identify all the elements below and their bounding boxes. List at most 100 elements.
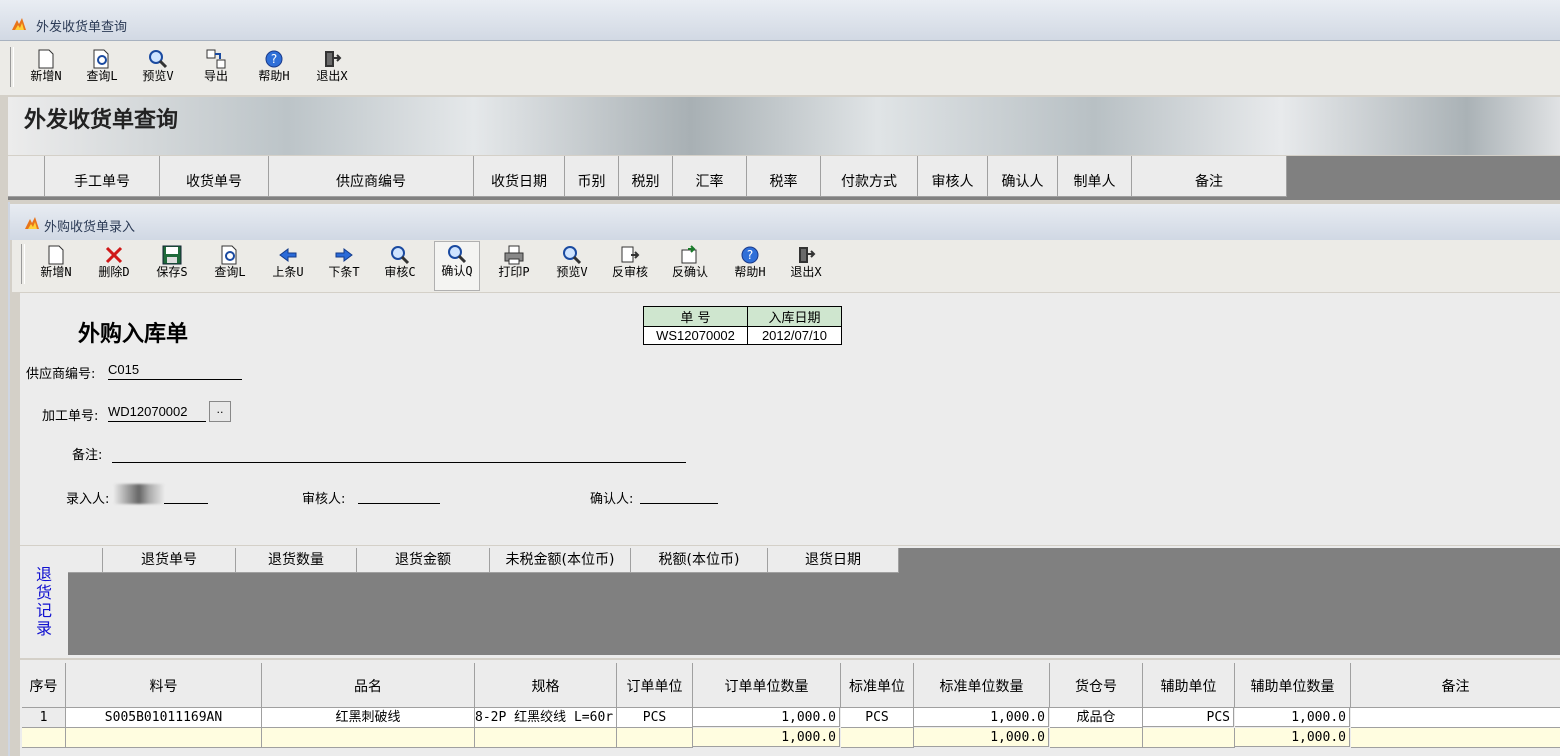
- col-header[interactable]: 税别: [619, 156, 673, 197]
- inner-next-button[interactable]: 下条T: [322, 243, 366, 289]
- warehouse-cell[interactable]: 成品仓: [1050, 708, 1143, 728]
- inner-prev-button[interactable]: 上条U: [266, 243, 310, 289]
- std-qty-total-cell[interactable]: 1,000.0: [914, 728, 1049, 747]
- part-no-cell[interactable]: [66, 728, 262, 748]
- order-qty-total-cell[interactable]: 1,000.0: [693, 728, 840, 747]
- col-header[interactable]: 退货日期: [768, 548, 899, 573]
- doc-no-value: WS12070002: [643, 326, 748, 345]
- return-records-grid[interactable]: 退货单号 退货数量 退货金额 未税金额(本位币) 税额(本位币) 退货日期: [68, 548, 1560, 655]
- outer-exit-button[interactable]: 退出X: [310, 47, 354, 93]
- entered-by-field[interactable]: [164, 488, 208, 504]
- inner-unconfirm-button[interactable]: 反确认: [668, 243, 712, 289]
- col-header[interactable]: 审核人: [918, 156, 988, 197]
- inner-delete-button[interactable]: 删除D: [92, 243, 136, 289]
- outer-export-button[interactable]: 导出: [194, 47, 238, 93]
- col-header[interactable]: 供应商编号: [269, 156, 474, 197]
- col-header[interactable]: 辅助单位: [1143, 663, 1235, 708]
- spec-cell[interactable]: 8-2P 红黑绞线 L=60r: [475, 708, 617, 728]
- return-records-label: 退货记录: [35, 565, 52, 638]
- col-header[interactable]: 备注: [1132, 156, 1287, 197]
- remark-cell[interactable]: [1351, 728, 1560, 748]
- col-header[interactable]: 付款方式: [821, 156, 918, 197]
- order-unit-cell[interactable]: [617, 728, 693, 748]
- order-qty-cell[interactable]: 1,000.0: [693, 708, 840, 727]
- inner-audit-button[interactable]: 审核C: [378, 243, 422, 289]
- name-cell[interactable]: [262, 728, 475, 748]
- col-header[interactable]: 制单人: [1058, 156, 1132, 197]
- arrow-left-icon: [277, 245, 299, 265]
- remark-field[interactable]: [112, 446, 686, 463]
- col-header[interactable]: 规格: [475, 663, 617, 708]
- spec-cell[interactable]: [475, 728, 617, 748]
- supplier-field[interactable]: C015: [108, 362, 242, 380]
- col-header[interactable]: 标准单位数量: [914, 663, 1050, 708]
- col-header[interactable]: 辅助单位数量: [1235, 663, 1351, 708]
- col-header[interactable]: 税额(本位币): [631, 548, 768, 573]
- outer-page-title: 外发收货单查询: [24, 107, 179, 133]
- col-header[interactable]: 退货金额: [357, 548, 490, 573]
- col-header[interactable]: 退货单号: [103, 548, 236, 573]
- col-header[interactable]: 收货日期: [474, 156, 565, 197]
- inner-new-button[interactable]: 新增N: [34, 243, 78, 289]
- app-flame-icon: [24, 216, 40, 230]
- inner-print-button[interactable]: 打印P: [492, 243, 536, 289]
- col-header[interactable]: 币别: [565, 156, 619, 197]
- col-header[interactable]: 序号: [22, 663, 66, 708]
- inner-toolbar: 新增N 删除D 保存S 查询L 上条U 下条T 审核C 确认Q 打印P 预览V …: [12, 240, 1560, 292]
- name-cell[interactable]: 红黑刺破线: [262, 708, 475, 728]
- std-qty-cell[interactable]: 1,000.0: [914, 708, 1049, 727]
- reviewer-field[interactable]: [358, 488, 440, 504]
- row-number-cell[interactable]: [22, 728, 66, 748]
- col-header[interactable]: 手工单号: [45, 156, 160, 197]
- inner-confirm-button[interactable]: 确认Q: [434, 241, 480, 291]
- exit-icon: [321, 49, 343, 69]
- outer-help-button[interactable]: ? 帮助H: [252, 47, 296, 93]
- part-no-cell[interactable]: S005B01011169AN: [66, 708, 262, 728]
- process-no-field[interactable]: WD12070002: [108, 404, 206, 422]
- entered-by-blurred: [114, 484, 164, 504]
- aux-qty-cell[interactable]: 1,000.0: [1235, 708, 1350, 727]
- new-doc-icon: [35, 49, 57, 69]
- aux-unit-cell[interactable]: [1143, 728, 1235, 748]
- col-header[interactable]: 未税金额(本位币): [490, 548, 631, 573]
- inner-unaudit-button[interactable]: 反审核: [608, 243, 652, 289]
- col-header[interactable]: 订单单位数量: [693, 663, 841, 708]
- col-header[interactable]: 确认人: [988, 156, 1058, 197]
- query-icon: [219, 245, 241, 265]
- order-unit-cell[interactable]: PCS: [617, 708, 693, 728]
- col-header[interactable]: 货仓号: [1050, 663, 1143, 708]
- col-header[interactable]: 收货单号: [160, 156, 269, 197]
- confirm-icon: [446, 244, 468, 264]
- inner-help-button[interactable]: ? 帮助H: [728, 243, 772, 289]
- std-unit-cell[interactable]: [841, 728, 914, 748]
- delete-icon: [103, 245, 125, 265]
- aux-unit-cell[interactable]: PCS: [1143, 708, 1234, 727]
- help-icon: ?: [263, 49, 285, 69]
- save-icon: [161, 245, 183, 265]
- inner-query-button[interactable]: 查询L: [208, 243, 252, 289]
- col-header[interactable]: 料号: [66, 663, 262, 708]
- audit-icon: [389, 245, 411, 265]
- aux-qty-total-cell[interactable]: 1,000.0: [1235, 728, 1350, 747]
- outer-new-button[interactable]: 新增N: [24, 47, 68, 93]
- inner-window-titlebar: [10, 204, 1560, 240]
- col-header[interactable]: 税率: [747, 156, 821, 197]
- confirmer-field[interactable]: [640, 488, 718, 504]
- inner-save-button[interactable]: 保存S: [150, 243, 194, 289]
- std-unit-cell[interactable]: PCS: [841, 708, 914, 728]
- col-header[interactable]: 备注: [1351, 663, 1560, 708]
- col-header[interactable]: 标准单位: [841, 663, 914, 708]
- warehouse-cell[interactable]: [1050, 728, 1143, 748]
- outer-query-button[interactable]: 查询L: [80, 47, 124, 93]
- row-number-cell[interactable]: 1: [22, 708, 66, 728]
- col-header[interactable]: 汇率: [673, 156, 747, 197]
- outer-preview-button[interactable]: 预览V: [136, 47, 180, 93]
- inner-exit-button[interactable]: 退出X: [784, 243, 828, 289]
- process-no-browse-button[interactable]: ..: [209, 401, 231, 422]
- inner-preview-button[interactable]: 预览V: [550, 243, 594, 289]
- col-header[interactable]: 退货数量: [236, 548, 357, 573]
- col-header[interactable]: 订单单位: [617, 663, 693, 708]
- outer-result-grid[interactable]: 手工单号 收货单号 供应商编号 收货日期 币别 税别 汇率 税率 付款方式 审核…: [8, 156, 1560, 200]
- col-header[interactable]: 品名: [262, 663, 475, 708]
- remark-cell[interactable]: [1351, 708, 1560, 728]
